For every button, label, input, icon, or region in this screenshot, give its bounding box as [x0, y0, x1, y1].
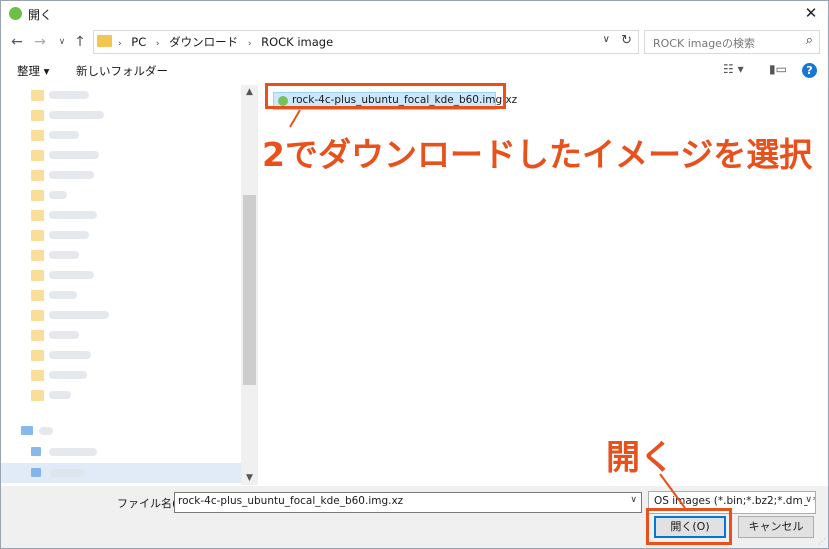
breadcrumb: › PC › ダウンロード › ROCK image	[118, 35, 334, 49]
organize-button[interactable]: 整理 ▾	[17, 63, 49, 79]
preview-pane-icon[interactable]: ▮▭	[769, 62, 787, 76]
folder-icon	[31, 230, 44, 241]
search-icon[interactable]: ⌕	[806, 33, 813, 48]
folder-icon	[31, 190, 44, 201]
back-icon[interactable]: ←	[9, 32, 25, 52]
forward-icon[interactable]: →	[32, 32, 48, 52]
pc-icon	[21, 426, 33, 435]
nav-scrollbar[interactable]: ▲ ▼	[241, 85, 258, 485]
address-bar[interactable]: › PC › ダウンロード › ROCK image ∨ ↻	[93, 30, 639, 54]
address-row: ← → ∨ ↑ › PC › ダウンロード › ROCK image ∨ ↻ R…	[1, 29, 828, 55]
search-input[interactable]: ROCK imageの検索 ⌕	[644, 30, 820, 54]
folder-icon	[31, 310, 44, 321]
folder-icon	[31, 170, 44, 181]
scroll-up-icon[interactable]: ▲	[241, 87, 258, 97]
file-type-dropdown-icon[interactable]: ∨	[803, 495, 812, 505]
folder-icon	[31, 350, 44, 361]
file-type-value: OS images (*.bin;*.bz2;*.dmg;*.i	[654, 495, 816, 507]
folder-icon	[31, 330, 44, 341]
file-highlight-box	[265, 83, 506, 109]
window-title: 開く	[28, 8, 53, 22]
folder-icon	[31, 290, 44, 301]
app-icon	[9, 7, 22, 20]
new-folder-button[interactable]: 新しいフォルダー	[76, 63, 168, 79]
annotation-select-image: 2でダウンロードしたイメージを選択	[262, 135, 813, 174]
folder-icon	[31, 150, 44, 161]
breadcrumb-item[interactable]: PC	[131, 35, 146, 49]
help-icon[interactable]: ?	[802, 63, 817, 78]
close-icon[interactable]: ✕	[800, 3, 822, 23]
folder-icon	[31, 90, 44, 101]
folder-icon	[31, 210, 44, 221]
folder-icon	[31, 270, 44, 281]
filename-input[interactable]: rock-4c-plus_ubuntu_focal_kde_b60.img.xz…	[174, 492, 642, 513]
title-bar: 開く ✕	[1, 1, 828, 27]
refresh-icon[interactable]: ↻	[621, 33, 632, 48]
command-bar: 整理 ▾ 新しいフォルダー ☷ ▾ ▮▭	[1, 58, 828, 84]
breadcrumb-item[interactable]: ROCK image	[261, 35, 333, 49]
folder-icon	[31, 370, 44, 381]
filename-dropdown-icon[interactable]: ∨	[630, 495, 637, 505]
folder-icon	[31, 110, 44, 121]
view-options-icon[interactable]: ☷ ▾	[723, 62, 744, 76]
downloads-icon	[31, 468, 41, 477]
search-placeholder: ROCK imageの検索	[653, 37, 755, 50]
resize-grip-icon[interactable]: ⋰	[818, 537, 826, 546]
folder-icon	[31, 130, 44, 141]
3d-objects-icon	[31, 447, 41, 456]
breadcrumb-item[interactable]: ダウンロード	[169, 35, 238, 49]
filename-value: rock-4c-plus_ubuntu_focal_kde_b60.img.xz	[178, 495, 404, 507]
recent-dropdown-icon[interactable]: ∨	[56, 32, 68, 52]
folder-icon	[97, 35, 112, 47]
open-button-highlight-box	[646, 508, 732, 545]
scroll-thumb[interactable]	[243, 195, 256, 385]
cancel-button[interactable]: キャンセル	[738, 516, 814, 538]
folder-icon	[31, 250, 44, 261]
up-icon[interactable]: ↑	[72, 32, 88, 52]
address-dropdown-icon[interactable]: ∨	[603, 34, 610, 45]
navigation-pane[interactable]	[1, 85, 256, 485]
folder-icon	[31, 390, 44, 401]
annotation-open: 開く	[606, 438, 674, 478]
scroll-down-icon[interactable]: ▼	[241, 473, 258, 483]
